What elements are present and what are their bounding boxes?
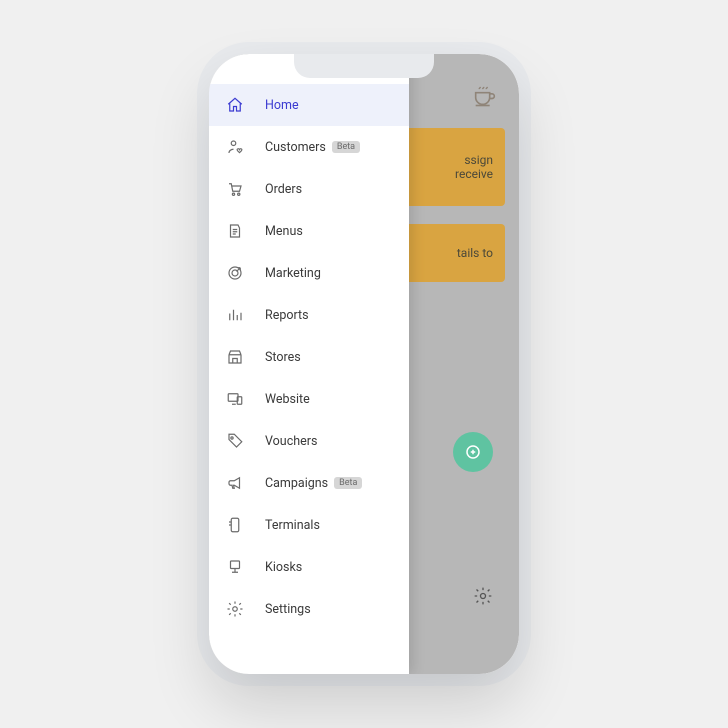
user-heart-icon — [225, 137, 245, 157]
nav-label: Settings — [265, 602, 311, 617]
nav-label: Customers — [265, 140, 326, 155]
beta-badge: Beta — [332, 141, 360, 153]
phone-notch — [294, 54, 434, 78]
gear-icon — [225, 599, 245, 619]
nav-label: Home — [265, 98, 299, 113]
terminal-device-icon — [225, 515, 245, 535]
nav-label: Vouchers — [265, 434, 317, 449]
nav-label: Menus — [265, 224, 303, 239]
notice-text: receive — [455, 167, 493, 181]
nav-item-home[interactable]: Home — [209, 84, 409, 126]
nav-drawer[interactable]: Home Customers Beta Orders Menus Marketi… — [209, 54, 409, 674]
bar-chart-icon — [225, 305, 245, 325]
screen: ssign receive tails to Home Customers Be… — [209, 54, 519, 674]
devices-icon — [225, 389, 245, 409]
megaphone-icon — [225, 473, 245, 493]
phone-frame: ssign receive tails to Home Customers Be… — [209, 54, 519, 674]
storefront-icon — [225, 347, 245, 367]
menu-board-icon — [225, 221, 245, 241]
kiosk-icon — [225, 557, 245, 577]
tag-icon — [225, 431, 245, 451]
notice-text: tails to — [457, 246, 493, 260]
coffee-logo-icon — [471, 81, 499, 109]
nav-item-marketing[interactable]: Marketing — [209, 252, 409, 294]
nav-item-stores[interactable]: Stores — [209, 336, 409, 378]
nav-item-terminals[interactable]: Terminals — [209, 504, 409, 546]
nav-label: Terminals — [265, 518, 320, 533]
beta-badge: Beta — [334, 477, 362, 489]
fab-button[interactable] — [453, 432, 493, 472]
nav-label: Marketing — [265, 266, 321, 281]
nav-item-orders[interactable]: Orders — [209, 168, 409, 210]
nav-item-menus[interactable]: Menus — [209, 210, 409, 252]
nav-item-vouchers[interactable]: Vouchers — [209, 420, 409, 462]
nav-label: Reports — [265, 308, 309, 323]
nav-item-settings[interactable]: Settings — [209, 588, 409, 630]
home-icon — [225, 95, 245, 115]
nav-label: Stores — [265, 350, 301, 365]
nav-item-customers[interactable]: Customers Beta — [209, 126, 409, 168]
notice-text: ssign — [464, 153, 493, 167]
target-icon — [225, 263, 245, 283]
nav-label: Kiosks — [265, 560, 302, 575]
nav-item-website[interactable]: Website — [209, 378, 409, 420]
nav-item-reports[interactable]: Reports — [209, 294, 409, 336]
nav-label: Campaigns — [265, 476, 328, 491]
gear-icon[interactable] — [473, 586, 493, 610]
cart-icon — [225, 179, 245, 199]
nav-label: Website — [265, 392, 310, 407]
nav-item-kiosks[interactable]: Kiosks — [209, 546, 409, 588]
nav-item-campaigns[interactable]: Campaigns Beta — [209, 462, 409, 504]
nav-label: Orders — [265, 182, 302, 197]
